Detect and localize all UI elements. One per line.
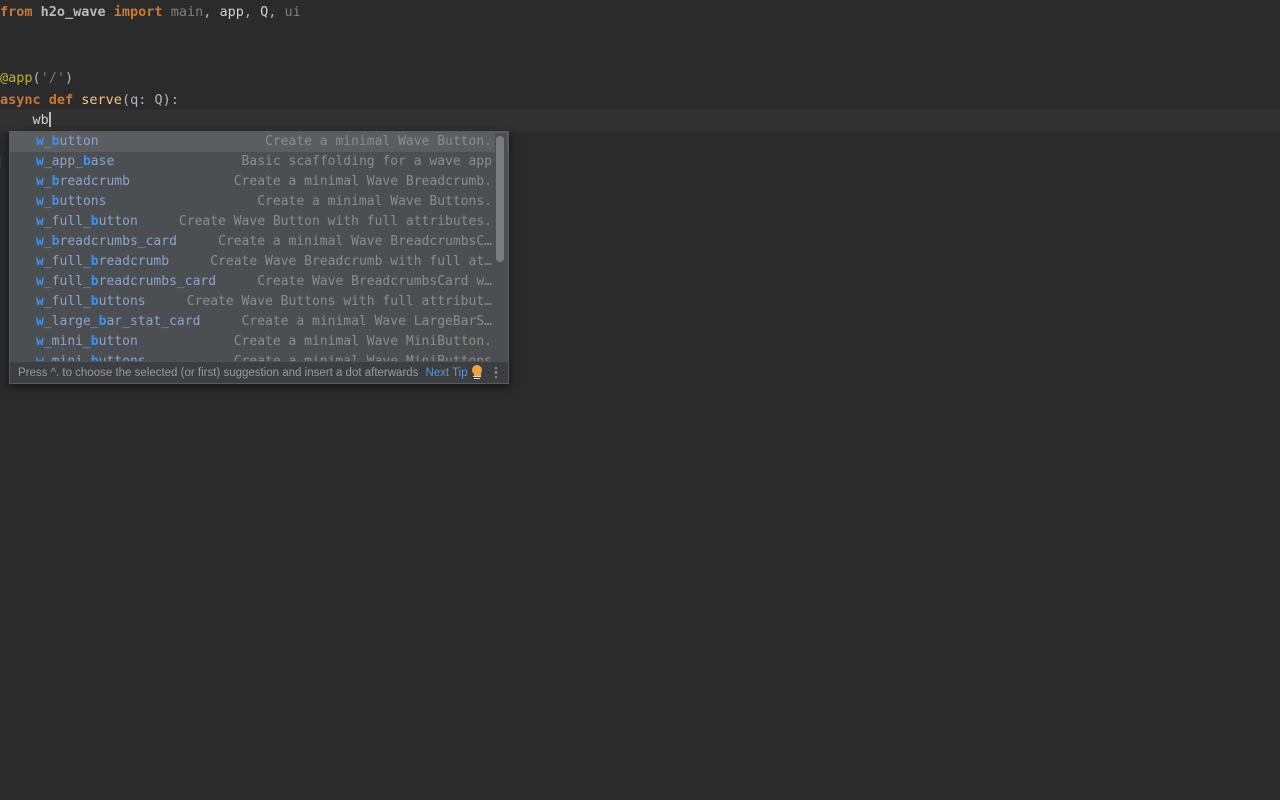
completion-item-description: Create a minimal Wave BreadcrumbsC… [218, 234, 492, 249]
completion-item-name: w_full_breadcrumbs_card [36, 274, 217, 289]
completion-scrollbar-track[interactable] [495, 133, 507, 362]
left-clipped-glyph: ] [0, 152, 3, 172]
code-token: ): [162, 92, 179, 108]
code-token: async [0, 92, 49, 108]
completion-item-name: w_breadcrumb [36, 174, 130, 189]
completion-item-description: Create Wave Buttons with full attribut… [186, 294, 492, 309]
code-token: ) [65, 70, 74, 86]
completion-status-bar: Press ^. to choose the selected (or firs… [10, 361, 508, 383]
completion-item-description: Create a minimal Wave LargeBarS… [241, 314, 492, 329]
completion-tip-text: Press ^. to choose the selected (or firs… [18, 366, 419, 379]
code-token: h2o_wave [40, 4, 114, 20]
completion-item-description: Create Wave Button with full attributes. [178, 214, 492, 229]
code-line: @app('/') [0, 68, 73, 88]
code-token: ui [284, 4, 301, 20]
completion-item[interactable]: w_app_base Basic scaffolding for a wave a… [10, 152, 508, 172]
completion-item-name: w_full_breadcrumb [36, 254, 170, 269]
completion-item[interactable]: w_buttons Create a minimal Wave Buttons. [10, 192, 508, 212]
completion-item[interactable]: w_breadcrumbs_card Create a minimal Wave … [10, 232, 508, 252]
completion-item-description: Create a minimal Wave Breadcrumb. [233, 174, 492, 189]
completion-item-description: Create a minimal Wave Buttons. [257, 194, 492, 209]
completion-item-name: w_buttons [36, 194, 107, 209]
completion-item-description: Create Wave BreadcrumbsCard w… [257, 274, 492, 289]
next-tip-link[interactable]: Next Tip [425, 367, 467, 379]
code-token: app [219, 4, 244, 20]
current-line-text[interactable]: wb [0, 110, 51, 130]
completion-item-name: w_large_bar_stat_card [36, 314, 201, 329]
text-caret [48, 112, 51, 127]
code-token: '/' [40, 70, 66, 86]
typed-prefix: wb [32, 112, 49, 128]
code-line: async def serve(q: Q): [0, 90, 179, 110]
completion-item[interactable]: w_breadcrumb Create a minimal Wave Breadc… [10, 172, 508, 192]
completion-item[interactable]: w_full_buttons Create Wave Buttons with f… [10, 292, 508, 312]
completion-item-description: Create a minimal Wave Button. [265, 134, 492, 149]
code-editor[interactable]: from h2o_wave import main, app, Q, ui @ap… [0, 0, 1280, 800]
completion-item-description: Create a minimal Wave MiniButton. [233, 334, 492, 349]
completion-item[interactable]: w_mini_button Create a minimal Wave MiniB… [10, 332, 508, 352]
code-completion-popup[interactable]: w_button Create a minimal Wave Button. w_a… [9, 131, 509, 384]
code-token: def [48, 92, 82, 108]
lightbulb-icon[interactable] [470, 365, 484, 380]
completion-item-name: w_full_buttons [36, 294, 146, 309]
completion-item-name: w_app_base [36, 154, 115, 169]
code-token: , [243, 4, 261, 20]
completion-item[interactable]: w_large_bar_stat_card Create a minimal Wa… [10, 312, 508, 332]
code-token: import [113, 4, 171, 20]
completion-item-name: w_button [36, 134, 99, 149]
code-token: ( [32, 70, 41, 86]
code-token: : [138, 92, 155, 108]
completion-item-description: Basic scaffolding for a wave app [241, 154, 492, 169]
code-token: serve [81, 92, 122, 108]
code-token: q [130, 92, 139, 108]
completion-item[interactable]: w_full_button Create Wave Button with ful… [10, 212, 508, 232]
code-token: ( [121, 92, 131, 108]
current-line-highlight [0, 110, 1280, 131]
code-token: , [203, 4, 220, 20]
code-token: @app [0, 70, 33, 86]
code-token: , [268, 4, 285, 20]
completion-item[interactable]: w_full_breadcrumb Create Wave Breadcrumb … [10, 252, 508, 272]
completion-item-list[interactable]: w_button Create a minimal Wave Button. w_a… [10, 132, 508, 362]
completion-scrollbar-thumb[interactable] [496, 136, 504, 262]
completion-item[interactable]: w_button Create a minimal Wave Button. [10, 132, 508, 152]
code-token: Q [154, 92, 163, 108]
code-token: main [170, 4, 204, 20]
kebab-menu-icon[interactable] [490, 365, 502, 381]
completion-item-description: Create Wave Breadcrumb with full at… [210, 254, 492, 269]
completion-item-name: w_mini_button [36, 334, 138, 349]
code-line: from h2o_wave import main, app, Q, ui [0, 2, 301, 22]
code-token: from [0, 4, 41, 20]
completion-item-name: w_breadcrumbs_card [36, 234, 177, 249]
completion-item[interactable]: w_full_breadcrumbs_card Create Wave Bread… [10, 272, 508, 292]
completion-item-name: w_full_button [36, 214, 138, 229]
